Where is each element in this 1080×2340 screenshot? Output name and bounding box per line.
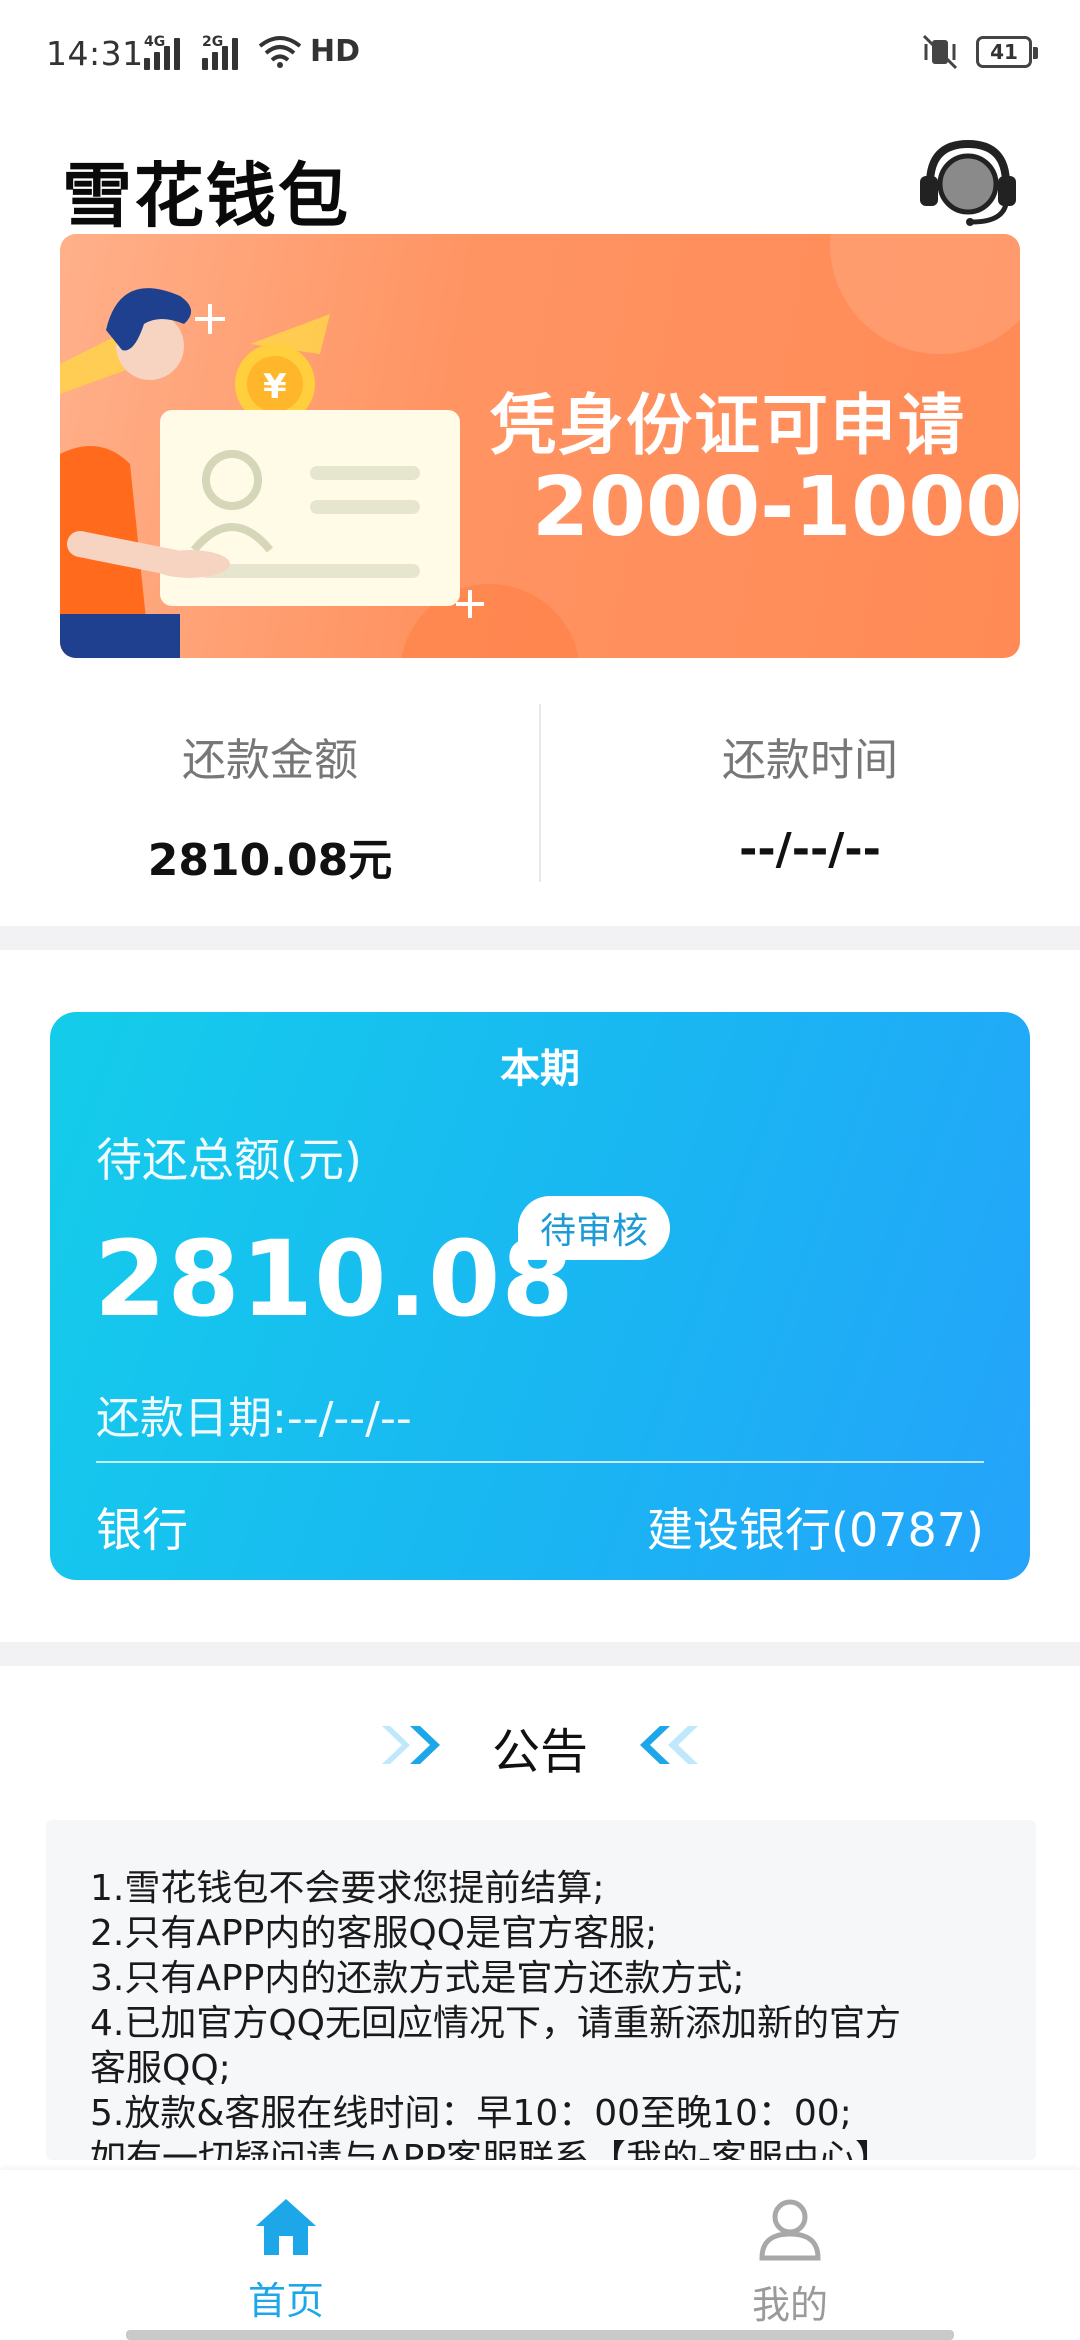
bank-label: 银行 <box>96 1503 188 1557</box>
repayment-date: 还款日期:--/--/-- <box>96 1393 412 1444</box>
repayment-summary: 还款金额 2810.08元 还款时间 --/--/-- <box>0 700 1080 890</box>
current-period-card[interactable]: 本期 待还总额(元) 2810.08 待审核 还款日期:--/--/-- 银行 … <box>50 1012 1030 1580</box>
status-time: 14:31 <box>46 34 144 73</box>
notice-line: 1.雪花钱包不会要求您提前结算; <box>90 1868 605 1909</box>
repayment-amount-label: 还款金额 <box>182 735 358 786</box>
notice-line: 5.放款&客服在线时间：早10：00至晚10：00; <box>90 2093 852 2134</box>
nav-home-label: 首页 <box>247 2279 324 2323</box>
app-title: 雪花钱包 <box>62 155 350 237</box>
repayment-amount-value: 2810.08元 <box>147 835 393 886</box>
status-bar: 14:31 4G 2G HD 41 <box>0 0 1080 100</box>
repayment-time-label: 还款时间 <box>722 735 898 786</box>
notice-line: 3.只有APP内的还款方式是官方还款方式; <box>90 1958 745 1999</box>
notice-content: 1.雪花钱包不会要求您提前结算; 2.只有APP内的客服QQ是官方客服; 3.只… <box>46 1820 1036 2160</box>
svg-text:¥: ¥ <box>263 367 287 407</box>
nav-mine-label: 我的 <box>751 2283 828 2327</box>
card-divider <box>96 1461 984 1463</box>
user-icon <box>759 2199 821 2261</box>
notice-line: 2.只有APP内的客服QQ是官方客服; <box>90 1913 658 1954</box>
home-indicator[interactable] <box>126 2330 954 2340</box>
network-type-2g: 2G <box>202 34 224 50</box>
battery-level: 41 <box>990 40 1018 64</box>
battery-icon: 41 <box>976 36 1038 68</box>
section-divider <box>0 1642 1080 1666</box>
banner-headline: 凭身份证可申请 <box>490 387 966 464</box>
app-screen: 14:31 4G 2G HD 41 雪花钱包 ¥ 凭身份证可申请 2000-10… <box>0 0 1080 2340</box>
repayment-amount-block: 还款金额 2810.08元 <box>0 700 540 888</box>
nav-mine[interactable]: 我的 <box>690 2196 890 2329</box>
vibrate-mute-icon <box>922 34 958 70</box>
notice-title: 公告 <box>491 1724 588 1780</box>
bottom-nav: 首页 我的 <box>0 2170 1080 2340</box>
repayment-time-value: --/--/-- <box>739 824 881 875</box>
network-type-4g: 4G <box>144 34 166 50</box>
pending-total-label: 待还总额(元) <box>96 1133 362 1187</box>
wifi-icon <box>258 36 302 68</box>
promo-banner[interactable]: ¥ 凭身份证可申请 2000-10000 <box>60 234 1020 658</box>
hd-indicator: HD <box>310 34 361 69</box>
banner-amount: 2000-10000 <box>532 460 1020 555</box>
signal-2g-icon: 2G <box>202 30 238 70</box>
pending-total-amount: 2810.08 <box>94 1218 575 1340</box>
signal-4g-icon: 4G <box>144 30 180 70</box>
period-title: 本期 <box>500 1046 580 1092</box>
notice-line: 4.已加官方QQ无回应情况下，请重新添加新的官方 <box>90 2003 902 2044</box>
customer-service-icon[interactable] <box>916 138 1020 226</box>
status-badge: 待审核 <box>518 1196 670 1260</box>
double-chevron-left-icon <box>640 1726 698 1764</box>
section-divider <box>0 926 1080 950</box>
nav-home[interactable]: 首页 <box>186 2196 386 2325</box>
notice-header: 公告 <box>0 1712 1080 1782</box>
notice-line: 客服QQ; <box>90 2048 231 2089</box>
bank-account[interactable]: 建设银行(0787) <box>647 1494 984 1560</box>
home-icon <box>256 2199 316 2255</box>
notice-line: 如有一切疑问请与APP客服联系【我的-客服中心】 <box>90 2138 892 2160</box>
repayment-time-block: 还款时间 --/--/-- <box>540 700 1080 875</box>
